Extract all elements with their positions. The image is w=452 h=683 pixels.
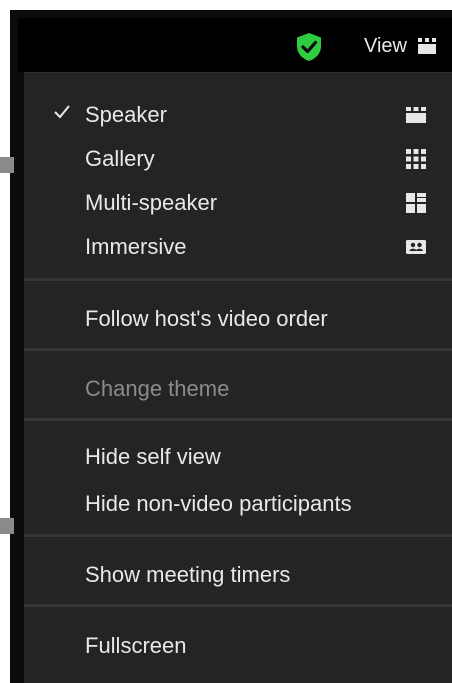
background-edge (0, 518, 14, 534)
view-button[interactable]: View (364, 32, 437, 60)
view-button-label: View (364, 34, 407, 57)
speaker-layout-icon (418, 38, 436, 54)
menu-item-label: Hide non-video participants (85, 491, 352, 516)
multi-speaker-icon (406, 193, 426, 213)
menu-separator (24, 348, 452, 351)
menu-item-label: Speaker (85, 102, 167, 127)
menu-item-show-meeting-timers[interactable]: Show meeting timers (24, 555, 452, 595)
gallery-grid-icon (406, 149, 426, 169)
menu-separator (24, 278, 452, 281)
menu-item-immersive[interactable]: Immersive (24, 227, 452, 267)
menu-item-multi-speaker[interactable]: Multi-speaker (24, 183, 452, 223)
shield-check-icon[interactable] (293, 31, 325, 63)
menu-item-fullscreen[interactable]: Fullscreen (24, 626, 452, 666)
checkmark-icon (54, 105, 70, 119)
menu-item-speaker[interactable]: Speaker (24, 95, 452, 135)
immersive-icon (406, 240, 426, 254)
menu-separator (24, 604, 452, 607)
menu-item-label: Change theme (85, 376, 230, 401)
menu-item-label: Show meeting timers (85, 562, 291, 587)
menu-item-change-theme: Change theme (24, 369, 452, 409)
meeting-top-bar: View (18, 18, 452, 72)
menu-item-label: Immersive (85, 234, 187, 259)
view-menu: Speaker Gallery Multi-speaker Immersive … (24, 72, 452, 683)
menu-item-gallery[interactable]: Gallery (24, 139, 452, 179)
menu-item-label: Follow host's video order (85, 306, 328, 331)
menu-item-label: Gallery (85, 146, 155, 171)
menu-separator (24, 418, 452, 421)
speaker-layout-icon (406, 107, 426, 123)
menu-item-label: Fullscreen (85, 633, 187, 658)
menu-separator (24, 534, 452, 537)
menu-item-hide-self-view[interactable]: Hide self view (24, 437, 452, 477)
screen: View Speaker Gallery Multi-speaker Immer… (0, 0, 452, 683)
background-edge (0, 157, 14, 173)
menu-item-label: Multi-speaker (85, 190, 218, 215)
menu-item-label: Hide self view (85, 444, 221, 469)
menu-item-hide-non-video[interactable]: Hide non-video participants (24, 484, 452, 524)
menu-item-follow-host-order[interactable]: Follow host's video order (24, 299, 452, 339)
